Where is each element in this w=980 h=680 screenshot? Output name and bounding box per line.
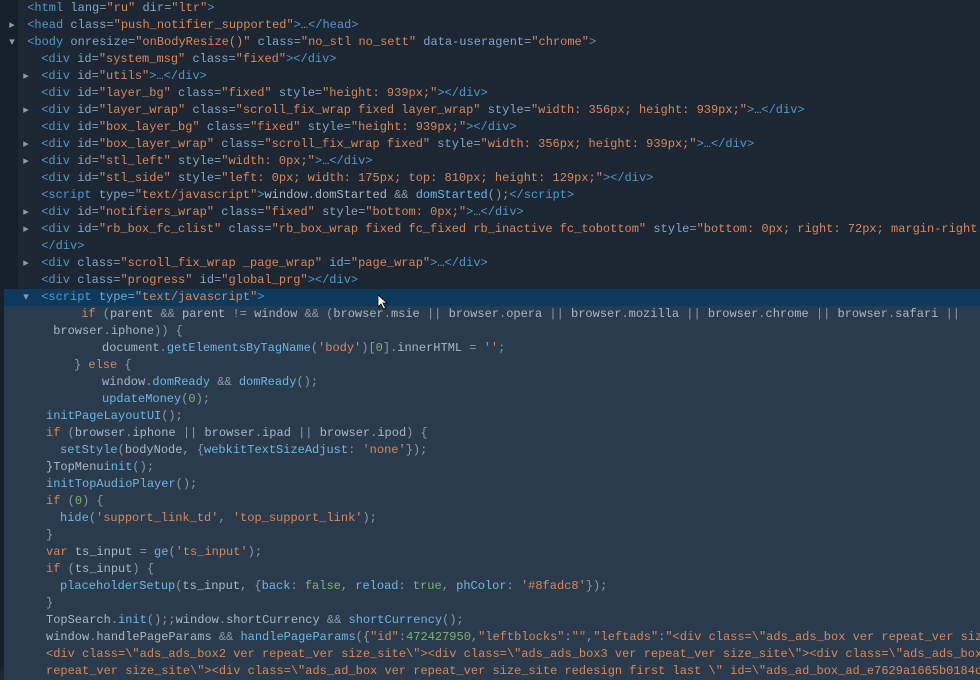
js-line[interactable]: if (ts_input) { — [4, 561, 980, 578]
js-line[interactable]: <div class=\"ads_ads_box2 ver repeat_ver… — [4, 646, 980, 663]
js-line[interactable]: placeholderSetup(ts_input, {back: false,… — [4, 578, 980, 595]
dom-line[interactable]: . <div class="progress" id="global_prg">… — [4, 272, 980, 289]
dom-line[interactable]: . <div id="layer_bg" class="fixed" style… — [4, 85, 980, 102]
dom-line-html[interactable]: . <html lang="ru" dir="ltr"> — [4, 0, 980, 17]
js-line[interactable]: document.getElementsByTagName('body')[0]… — [4, 340, 980, 357]
dom-line[interactable]: . <script type="text/javascript">window.… — [4, 187, 980, 204]
dom-line[interactable]: <div class="scroll_fix_wrap _page_wrap" … — [4, 255, 980, 272]
js-line[interactable]: browser.iphone)) { — [4, 323, 980, 340]
dom-line[interactable]: <div id="stl_left" style="width: 0px;">…… — [4, 153, 980, 170]
js-line[interactable]: repeat_ver size_site\"><div class=\"ads_… — [4, 663, 980, 680]
dom-line-selected[interactable]: <script type="text/javascript"> — [4, 289, 980, 306]
js-line[interactable]: initTopAudioPlayer(); — [4, 476, 980, 493]
chevron-down-icon[interactable] — [18, 289, 34, 307]
dom-line[interactable]: <div id="box_layer_wrap" class="scroll_f… — [4, 136, 980, 153]
dom-line[interactable]: <div id="utils">…</div> — [4, 68, 980, 85]
dom-line[interactable]: . </div> — [4, 238, 980, 255]
js-line[interactable]: }TopMenuinit(); — [4, 459, 980, 476]
dom-line[interactable]: . <div id="box_layer_bg" class="fixed" s… — [4, 119, 980, 136]
js-line[interactable]: } — [4, 527, 980, 544]
dom-line[interactable]: . <div id="stl_side" style="left: 0px; w… — [4, 170, 980, 187]
js-line[interactable]: } else { — [4, 357, 980, 374]
js-line[interactable]: if (0) { — [4, 493, 980, 510]
dom-line-body[interactable]: <body onresize="onBodyResize()" class="n… — [4, 34, 980, 51]
code-view[interactable]: . <html lang="ru" dir="ltr"> <head class… — [0, 0, 980, 680]
dom-line[interactable]: <div id="rb_box_fc_clist" class="rb_box_… — [4, 221, 980, 238]
chevron-right-icon[interactable] — [18, 221, 34, 239]
dom-line[interactable]: . <div id="system_msg" class="fixed"></d… — [4, 51, 980, 68]
js-line[interactable]: hide('support_link_td', 'top_support_lin… — [4, 510, 980, 527]
chevron-right-icon[interactable] — [18, 68, 34, 86]
chevron-right-icon[interactable] — [18, 255, 34, 273]
chevron-right-icon[interactable] — [18, 102, 34, 120]
js-line[interactable]: if (browser.iphone || browser.ipad || br… — [4, 425, 980, 442]
dom-line-head[interactable]: <head class="push_notifier_supported">…<… — [4, 17, 980, 34]
chevron-down-icon[interactable] — [4, 34, 20, 52]
dom-line[interactable]: <div id="layer_wrap" class="scroll_fix_w… — [4, 102, 980, 119]
js-line[interactable]: if (parent && parent != window && (brows… — [4, 306, 980, 323]
js-line[interactable]: window.domReady && domReady(); — [4, 374, 980, 391]
js-line[interactable]: updateMoney(0); — [4, 391, 980, 408]
chevron-right-icon[interactable] — [18, 136, 34, 154]
js-line[interactable]: initPageLayoutUI(); — [4, 408, 980, 425]
js-line[interactable]: var ts_input = ge('ts_input'); — [4, 544, 980, 561]
dom-line[interactable]: <div id="notifiers_wrap" class="fixed" s… — [4, 204, 980, 221]
js-line[interactable]: setStyle(bodyNode, {webkitTextSizeAdjust… — [4, 442, 980, 459]
chevron-right-icon[interactable] — [18, 153, 34, 171]
js-line[interactable]: } — [4, 595, 980, 612]
js-line[interactable]: TopSearch.init();;window.shortCurrency &… — [4, 612, 980, 629]
chevron-right-icon[interactable] — [18, 204, 34, 222]
chevron-right-icon[interactable] — [4, 17, 20, 35]
js-line[interactable]: window.handlePageParams && handlePagePar… — [4, 629, 980, 646]
